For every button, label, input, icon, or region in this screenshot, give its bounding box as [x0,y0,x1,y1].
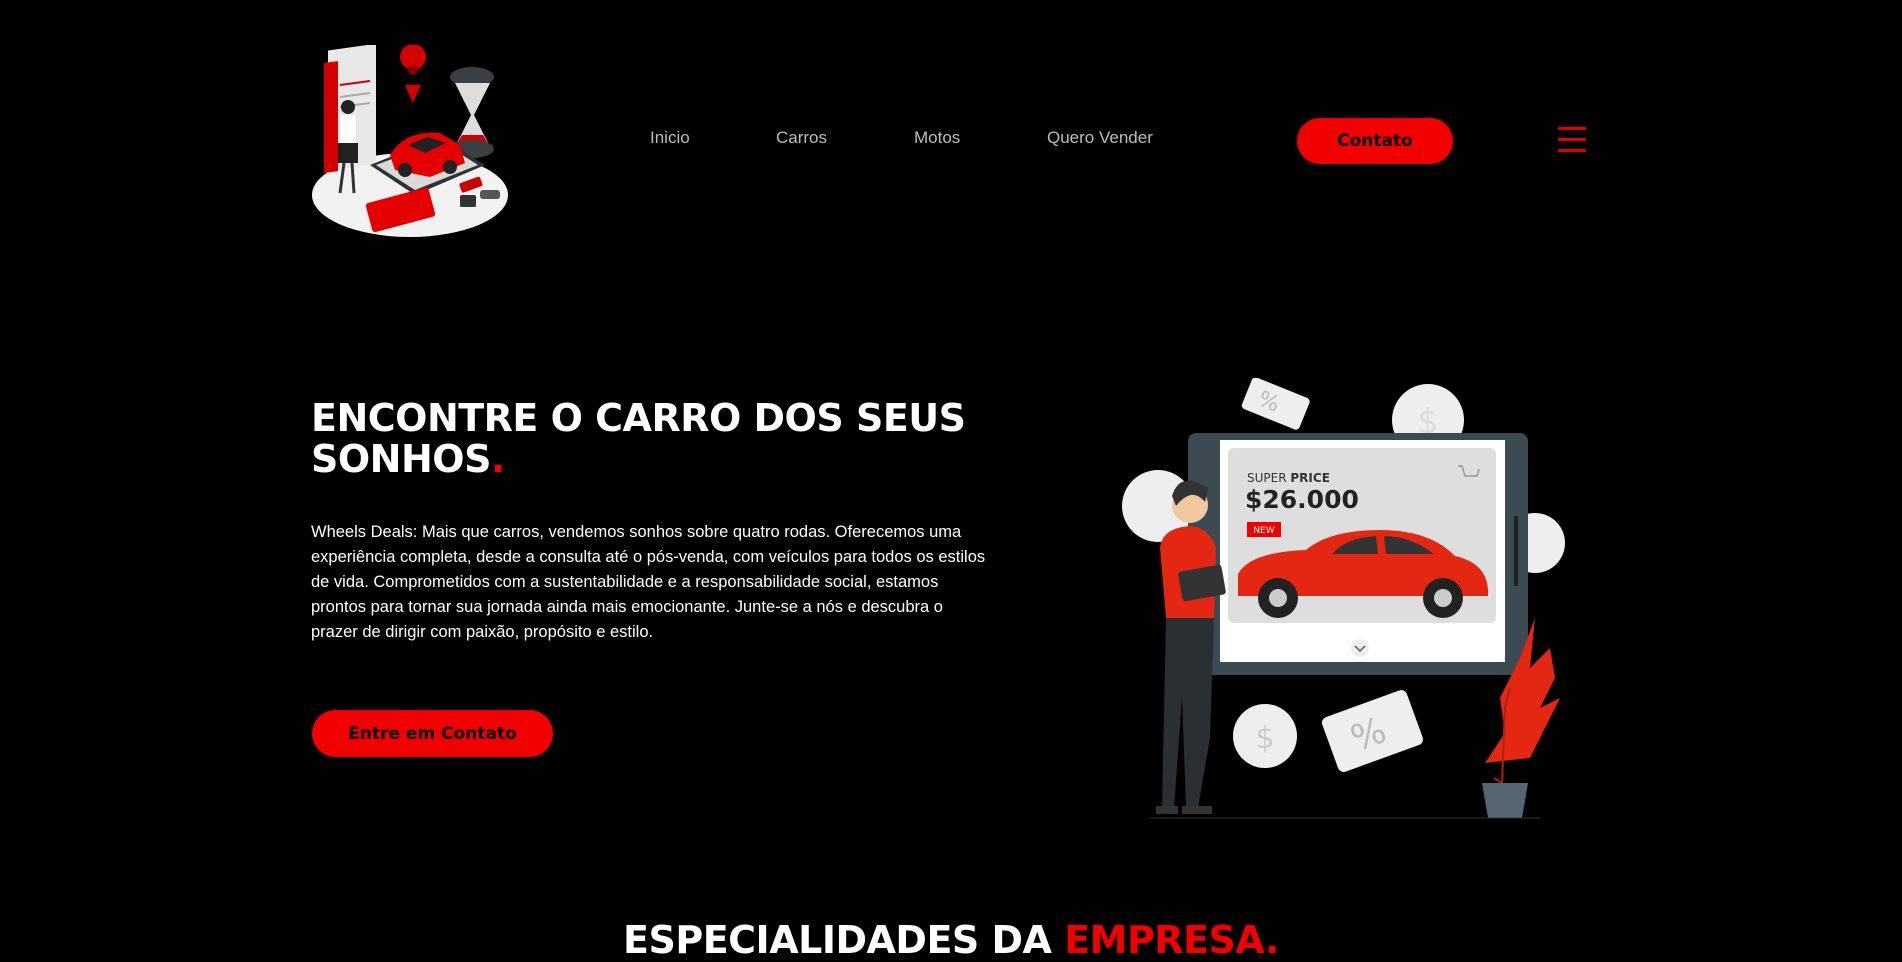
contact-cta-button[interactable]: Entre em Contato [312,710,553,757]
svg-text:SUPER PRICE: SUPER PRICE [1247,471,1330,485]
nav-link-inicio[interactable]: Inicio [650,128,690,148]
hero-description: Wheels Deals: Mais que carros, vendemos … [311,523,986,641]
nav-link-motos[interactable]: Motos [914,128,960,148]
hamburger-menu-icon[interactable] [1558,127,1586,153]
hero-illustration: $ $ % % SUPER PRICE $26.000 NEW [1122,378,1565,819]
svg-text:$: $ [1255,721,1274,756]
super-label: SUPER [1247,471,1287,485]
section-title: ESPECIALIDADES DA EMPRESA. [0,918,1902,962]
nav-link-quero-vender[interactable]: Quero Vender [1047,128,1153,148]
logo-illustration[interactable] [310,45,520,240]
price-text: $26.000 [1245,485,1359,514]
hero-title-dot: . [490,437,505,481]
menu-line [1558,149,1586,152]
site-header: Inicio Carros Motos Quero Vender Contato [0,0,1902,260]
nav-link-carros[interactable]: Carros [776,128,827,148]
hero-title-text: ENCONTRE O CARRO DOS SEUS SONHOS [311,396,966,481]
section-title-accent: EMPRESA. [1064,918,1279,962]
hero-title: ENCONTRE O CARRO DOS SEUS SONHOS. [311,398,1011,480]
new-badge: NEW [1253,526,1274,536]
contact-button[interactable]: Contato [1297,118,1453,164]
price-label: PRICE [1290,471,1330,485]
section-title-text: ESPECIALIDADES DA [623,918,1065,962]
menu-line [1558,127,1586,130]
menu-line [1558,138,1586,141]
